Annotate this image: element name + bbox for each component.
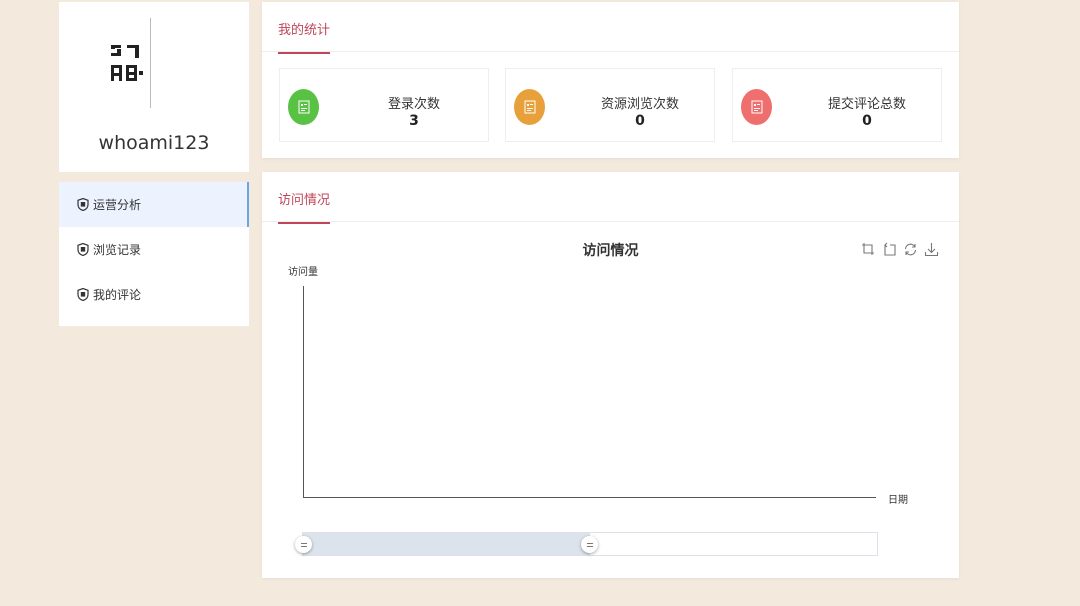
- username: whoami123: [98, 132, 210, 154]
- stat-card-comments: 提交评论总数 0: [732, 68, 942, 142]
- data-zoom-handle-end[interactable]: [581, 536, 598, 553]
- tab-visits[interactable]: 访问情况: [278, 189, 331, 224]
- shield-icon: [77, 243, 89, 256]
- zoom-reset-icon[interactable]: [882, 242, 897, 257]
- stat-label: 提交评论总数: [827, 97, 906, 112]
- visits-panel: 访问情况 访问情况 访问量 日期: [262, 172, 959, 578]
- restore-icon[interactable]: [903, 242, 918, 257]
- stat-value: 0: [635, 113, 645, 129]
- qr-avatar-icon[interactable]: [105, 18, 151, 108]
- side-menu: 运营分析 浏览记录 我的评论: [59, 182, 249, 326]
- x-axis-label: 日期: [888, 495, 908, 506]
- menu-item-operations-analysis[interactable]: 运营分析: [59, 182, 249, 227]
- menu-item-label: 浏览记录: [93, 243, 142, 257]
- shield-icon: [77, 288, 89, 301]
- menu-item-label: 运营分析: [93, 198, 142, 212]
- stats-panel-header: 我的统计: [262, 2, 959, 54]
- tab-my-stats[interactable]: 我的统计: [278, 19, 331, 54]
- x-axis-line: [303, 497, 876, 498]
- data-zoom-selected-range[interactable]: [303, 533, 590, 555]
- data-zoom-slider[interactable]: [295, 532, 878, 556]
- chart-title: 访问情况: [582, 243, 639, 259]
- stat-value: 0: [862, 113, 872, 129]
- menu-item-label: 我的评论: [93, 288, 142, 302]
- visits-panel-header: 访问情况: [262, 172, 959, 224]
- stat-value: 3: [409, 113, 419, 129]
- stat-label: 登录次数: [387, 97, 440, 112]
- y-axis-label: 访问量: [288, 267, 318, 278]
- calendar-icon: [514, 89, 545, 125]
- stat-card-resource-views: 资源浏览次数 0: [505, 68, 715, 142]
- chart-toolbox: [861, 242, 939, 257]
- calendar-icon: [288, 89, 319, 125]
- stats-panel: 我的统计 登录次数 3 资源浏览次数 0 提交评论总数 0: [262, 2, 959, 158]
- profile-card: whoami123: [59, 2, 249, 172]
- menu-item-my-comments[interactable]: 我的评论: [59, 272, 249, 317]
- y-axis-line: [303, 286, 304, 498]
- shield-icon: [77, 198, 89, 211]
- stat-label: 资源浏览次数: [600, 97, 679, 112]
- zoom-icon[interactable]: [861, 242, 876, 257]
- stat-card-logins: 登录次数 3: [279, 68, 489, 142]
- data-zoom-handle-start[interactable]: [295, 536, 312, 553]
- menu-item-browse-history[interactable]: 浏览记录: [59, 227, 249, 272]
- download-icon[interactable]: [924, 242, 939, 257]
- calendar-icon: [741, 89, 772, 125]
